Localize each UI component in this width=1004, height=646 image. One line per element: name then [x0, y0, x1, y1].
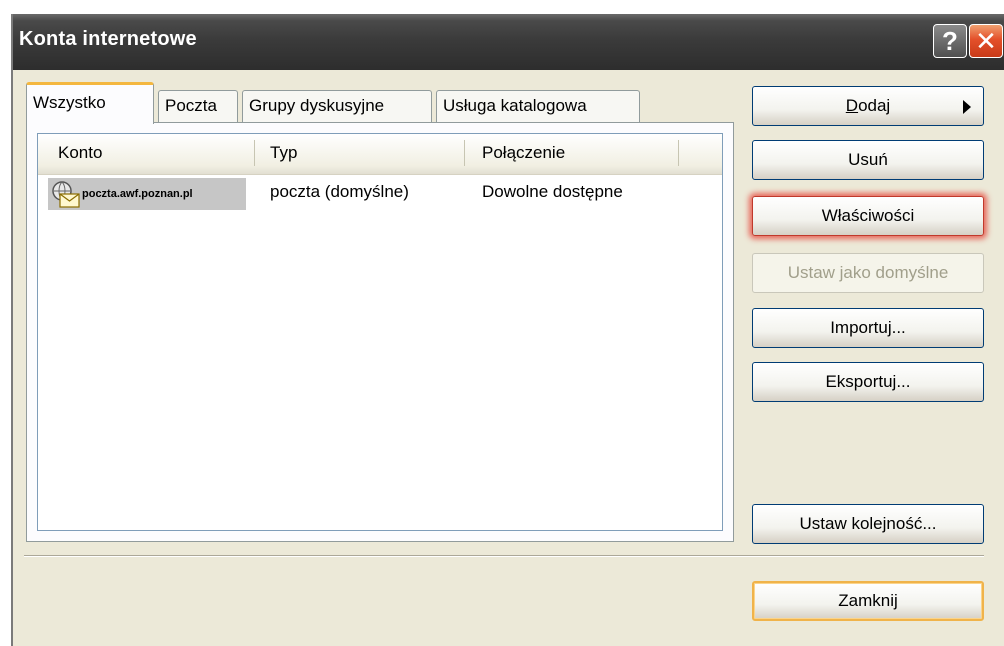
close-window-button[interactable]: ✕ [969, 24, 1003, 58]
divider [24, 555, 984, 557]
column-divider[interactable] [254, 140, 255, 166]
arrow-right-icon [963, 100, 971, 114]
add-button-label: Dodaj [845, 96, 891, 115]
account-connection: Dowolne dostępne [482, 182, 623, 201]
tab-usluga-katalogowa[interactable]: Usługa katalogowa [436, 90, 640, 122]
column-divider[interactable] [678, 140, 679, 166]
help-button[interactable]: ? [933, 24, 967, 58]
column-header-konto[interactable]: Konto [58, 143, 102, 163]
table-row[interactable]: poczta.awf.poznan.pl poczta (domyślne) D… [38, 176, 722, 216]
mail-account-icon [50, 180, 80, 208]
properties-button[interactable]: Właściwości [752, 196, 984, 236]
tab-label: Grupy dyskusyjne [249, 96, 385, 115]
column-header-typ[interactable]: Typ [270, 143, 297, 163]
window-title: Konta internetowe [19, 28, 197, 50]
export-button[interactable]: Eksportuj... [752, 362, 984, 402]
tab-grupy-dyskusyjne[interactable]: Grupy dyskusyjne [242, 90, 432, 122]
tab-label: Wszystko [33, 93, 106, 112]
account-cell[interactable]: poczta.awf.poznan.pl [48, 178, 246, 210]
set-default-button[interactable]: Ustaw jako domyślne [752, 253, 984, 293]
account-type: poczta (domyślne) [270, 182, 409, 201]
accounts-list[interactable]: Konto Typ Połączenie poczta.awf.poznan.p… [37, 133, 723, 531]
list-header: Konto Typ Połączenie [38, 134, 722, 175]
import-button[interactable]: Importuj... [752, 308, 984, 348]
column-header-polaczenie[interactable]: Połączenie [482, 143, 565, 163]
column-divider[interactable] [464, 140, 465, 166]
close-icon: ✕ [975, 25, 997, 56]
set-order-button[interactable]: Ustaw kolejność... [752, 504, 984, 544]
tab-label: Poczta [165, 96, 217, 115]
tab-label: Usługa katalogowa [443, 96, 587, 115]
tab-wszystko[interactable]: Wszystko [26, 82, 154, 124]
close-button[interactable]: Zamknij [752, 581, 984, 621]
tab-panel: Konto Typ Połączenie poczta.awf.poznan.p… [26, 122, 734, 542]
account-name: poczta.awf.poznan.pl [82, 188, 193, 200]
tab-poczta[interactable]: Poczta [158, 90, 238, 122]
title-bar[interactable]: Konta internetowe ? ✕ [13, 14, 1004, 70]
remove-button[interactable]: Usuń [752, 140, 984, 180]
question-mark-icon: ? [942, 25, 958, 56]
add-button[interactable]: Dodaj [752, 86, 984, 126]
